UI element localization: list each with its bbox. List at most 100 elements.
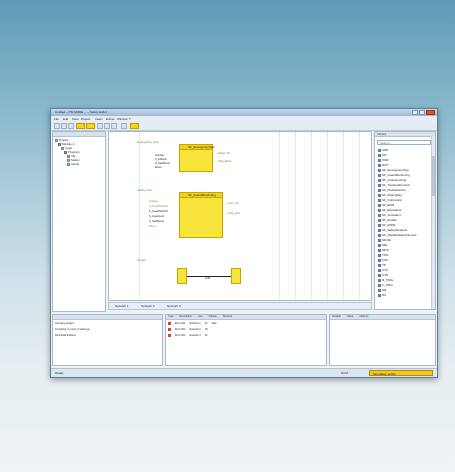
library-search-input[interactable] xyxy=(377,140,431,145)
library-item[interactable]: SEL xyxy=(378,243,388,247)
column-header[interactable]: Line xyxy=(198,315,203,319)
function-block-icon xyxy=(378,218,381,222)
grid-line xyxy=(327,132,328,300)
library-item[interactable]: NOT xyxy=(378,163,388,167)
library-item[interactable]: SR xyxy=(378,288,386,292)
library-item[interactable]: SF_GuardMonitoring xyxy=(378,173,410,177)
table-row[interactable]: Error 002 Network 2 18 xyxy=(168,328,207,331)
library-item[interactable]: MUX xyxy=(378,248,389,252)
library-item[interactable]: CTD xyxy=(378,273,388,277)
maximize-button[interactable] xyxy=(419,110,425,115)
pin-label: Reset xyxy=(155,166,162,169)
library-item[interactable]: SF_Enable xyxy=(378,218,397,222)
library-item[interactable]: R_TRIG xyxy=(378,278,393,282)
tab-network-1[interactable]: Network 1 xyxy=(115,304,129,308)
function-block-icon xyxy=(378,163,381,167)
open-icon[interactable] xyxy=(61,123,67,129)
library-item[interactable]: SF_MutingSeq xyxy=(378,193,402,197)
error-list-header: Type Description Line Module Network xyxy=(166,315,326,320)
project-tree: Project Module 1 Logic Program Var Safet… xyxy=(52,131,106,312)
library-item[interactable]: CTU xyxy=(378,268,388,272)
column-header[interactable]: Address xyxy=(359,315,368,319)
close-button[interactable] xyxy=(426,110,435,115)
bottom-panels: Checking project... Compiling: 0 errors,… xyxy=(52,314,436,366)
library-item[interactable]: SF_OutControl xyxy=(378,198,402,202)
library-item[interactable]: TOF xyxy=(378,258,388,262)
menu-edit[interactable]: Edit xyxy=(63,117,68,121)
library-item[interactable]: TP xyxy=(378,263,386,267)
scroll-thumb[interactable] xyxy=(432,156,435,196)
status-bar: Ready NUM Simulation active xyxy=(51,368,437,377)
library-item[interactable]: SF_EmergencyStop xyxy=(378,168,409,172)
library-item[interactable]: SF_TestableSafetySensor xyxy=(378,233,417,237)
column-header[interactable]: Description xyxy=(179,315,192,319)
new-icon[interactable] xyxy=(54,123,60,129)
library-item[interactable]: RS xyxy=(378,293,386,297)
grid-line xyxy=(311,132,312,300)
function-block-icon xyxy=(378,228,381,232)
menu-help[interactable]: ? xyxy=(129,117,131,121)
menu-insert[interactable]: Insert xyxy=(95,117,103,121)
library-item[interactable]: MOVE xyxy=(378,238,391,242)
menu-file[interactable]: File xyxy=(54,117,59,121)
function-block-icon xyxy=(378,278,381,282)
function-block-door[interactable]: SF_GuardMonitoring xyxy=(179,192,223,238)
menu-project[interactable]: Project xyxy=(81,117,90,121)
tab-network-3[interactable]: Network 3 xyxy=(167,304,181,308)
library-item[interactable]: SF_Antivalent xyxy=(378,213,401,217)
menu-window[interactable]: Window xyxy=(117,117,128,121)
error-icon xyxy=(168,322,171,325)
highlight-a-button[interactable] xyxy=(76,123,85,129)
paste-icon[interactable] xyxy=(111,123,117,129)
column-header[interactable]: Variable xyxy=(332,315,341,319)
tab-network-2[interactable]: Network 2 xyxy=(141,304,155,308)
library-item[interactable]: SF_ESPE xyxy=(378,223,396,227)
messages-header xyxy=(53,315,162,320)
library-item[interactable]: SF_SafetyRequest xyxy=(378,228,407,232)
zoom-button[interactable] xyxy=(130,123,139,129)
column-header[interactable]: Network xyxy=(223,315,232,319)
function-block-icon xyxy=(378,193,381,197)
grid-line xyxy=(139,132,140,300)
undo-icon[interactable] xyxy=(121,123,127,129)
function-block-icon xyxy=(378,253,381,257)
table-row[interactable]: Error 003 Network 3 22 xyxy=(168,334,207,337)
library-scrollbar[interactable] xyxy=(431,136,435,309)
library-item[interactable]: TON xyxy=(378,253,388,257)
function-block-icon xyxy=(378,238,381,242)
save-icon[interactable] xyxy=(68,123,74,129)
library-item[interactable]: SF_GuardLocking xyxy=(378,178,406,182)
function-block-icon xyxy=(378,223,381,227)
highlight-b-button[interactable] xyxy=(86,123,95,129)
function-block-icon xyxy=(378,268,381,272)
function-block-icon xyxy=(378,183,381,187)
function-block-icon xyxy=(378,198,381,202)
library-item[interactable]: SF_ModeSelector xyxy=(378,188,406,192)
function-block-estop[interactable]: SF_EmergencyStop xyxy=(179,144,215,172)
function-block-input[interactable] xyxy=(177,268,187,284)
tree-node[interactable]: Inputs xyxy=(67,162,79,166)
output-var: → Diag_EStop xyxy=(215,160,232,163)
column-header[interactable]: Value xyxy=(347,315,353,319)
library-item[interactable]: F_TRIG xyxy=(378,283,393,287)
library-item[interactable]: SF_Equivalent xyxy=(378,208,402,212)
library-item[interactable]: SF_EDM xyxy=(378,203,394,207)
cut-icon[interactable] xyxy=(97,123,103,129)
block-title: SF_EmergencyStop xyxy=(188,145,215,149)
menu-extras[interactable]: Extras xyxy=(106,117,115,121)
column-header[interactable]: Module xyxy=(209,315,217,319)
library-item[interactable]: OR xyxy=(378,153,387,157)
function-block-and[interactable] xyxy=(231,268,241,284)
library-item[interactable]: SF_TwoHandControl xyxy=(378,183,410,187)
network-caption: Emergency stop xyxy=(137,140,159,144)
menu-view[interactable]: View xyxy=(72,117,78,121)
library-item[interactable]: XOR xyxy=(378,158,389,162)
error-icon xyxy=(168,328,171,331)
fbd-canvas[interactable]: Emergency stop SF_EmergencyStop Activate… xyxy=(108,131,372,301)
column-header[interactable]: Type xyxy=(168,315,173,319)
copy-icon[interactable] xyxy=(104,123,110,129)
minimize-button[interactable] xyxy=(412,110,418,115)
table-row[interactable]: Error 001 Network 1 12 Safe xyxy=(168,322,217,325)
function-block-icon xyxy=(378,243,381,247)
library-item[interactable]: AND xyxy=(378,148,388,152)
